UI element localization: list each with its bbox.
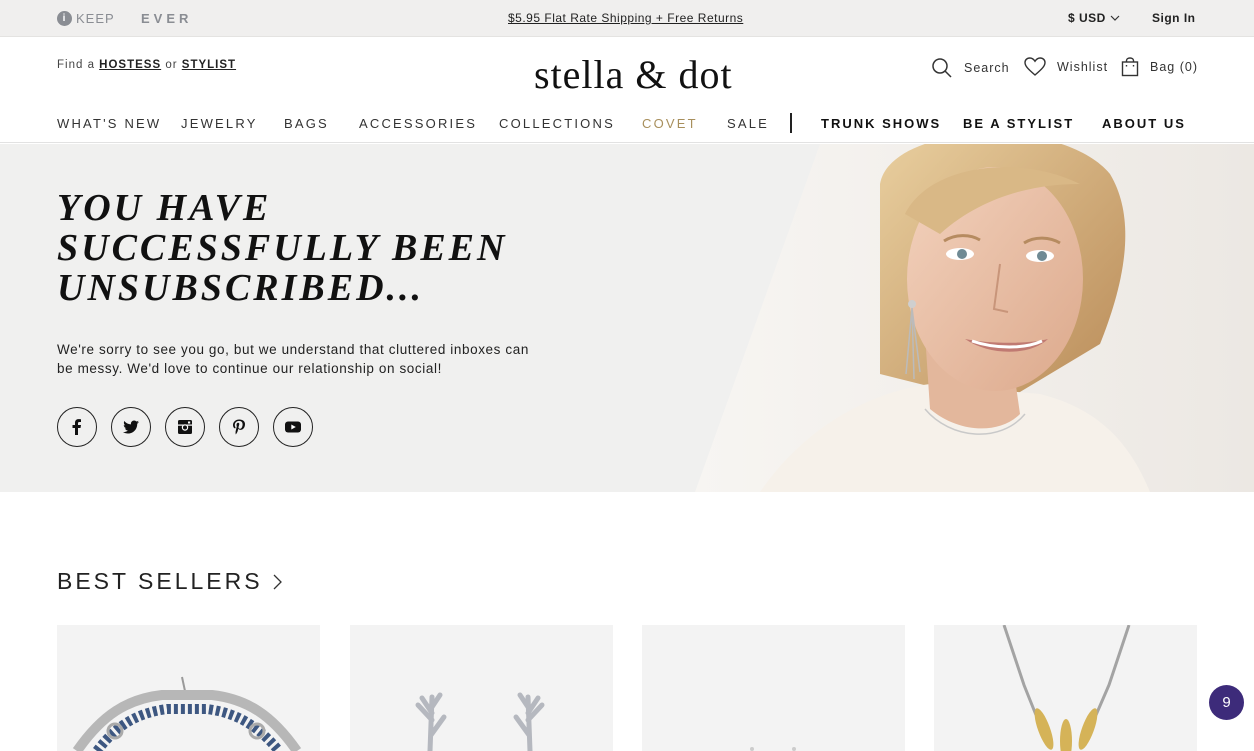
- hero-message: We're sorry to see you go, but we unders…: [57, 342, 529, 376]
- product-card[interactable]: [642, 625, 905, 751]
- youtube-icon: [285, 421, 301, 433]
- find-hostess-link[interactable]: HOSTESS: [99, 59, 161, 71]
- keep-brand-link[interactable]: i KEEP: [57, 11, 115, 26]
- nav-sale[interactable]: SALE: [727, 116, 769, 131]
- product-card[interactable]: [934, 625, 1197, 751]
- search-label: Search: [964, 61, 1010, 75]
- find-stylist-link[interactable]: STYLIST: [182, 59, 236, 71]
- youtube-button[interactable]: [273, 407, 313, 447]
- nav-trunk-shows[interactable]: TRUNK SHOWS: [821, 116, 941, 131]
- twitter-icon: [123, 420, 139, 434]
- best-sellers-title: BEST SELLERS: [57, 568, 263, 594]
- currency-selector[interactable]: $ USD: [1068, 11, 1120, 25]
- wishlist-button[interactable]: Wishlist: [1024, 57, 1108, 77]
- product-image-delicate-necklace: [750, 747, 796, 751]
- currency-label: $ USD: [1068, 11, 1106, 25]
- hero-title-line-2: SUCCESSFULLY BEEN: [57, 227, 508, 269]
- nav-collections[interactable]: COLLECTIONS: [499, 116, 615, 131]
- hero-title: YOU HAVE SUCCESSFULLY BEEN UNSUBSCRIBED.…: [57, 188, 507, 308]
- pinterest-button[interactable]: [219, 407, 259, 447]
- hero-title-line-1: YOU HAVE: [57, 187, 272, 229]
- chevron-down-icon: [1110, 15, 1120, 21]
- nav-be-a-stylist[interactable]: BE A STYLIST: [963, 116, 1074, 131]
- shopping-bag-icon: [1121, 57, 1139, 77]
- chat-notification-badge[interactable]: 9: [1209, 685, 1244, 720]
- find-hostess-stylist: Find a HOSTESS or STYLIST: [57, 59, 236, 71]
- main-nav: WHAT'S NEW JEWELRY BAGS ACCESSORIES COLL…: [57, 113, 1197, 133]
- nav-whats-new[interactable]: WHAT'S NEW: [57, 116, 161, 131]
- promo-bar: i KEEP EVER $5.95 Flat Rate Shipping + F…: [0, 0, 1254, 37]
- product-image-beaded-necklace: [72, 676, 302, 751]
- nav-about-us[interactable]: ABOUT US: [1102, 116, 1186, 131]
- keep-logo-icon: i: [57, 11, 72, 26]
- nav-accessories[interactable]: ACCESSORIES: [359, 116, 477, 131]
- sign-in-link[interactable]: Sign In: [1152, 11, 1196, 25]
- hero-title-line-3: UNSUBSCRIBED...: [57, 267, 425, 309]
- best-sellers-link[interactable]: BEST SELLERS: [57, 568, 282, 595]
- shipping-promo-link[interactable]: $5.95 Flat Rate Shipping + Free Returns: [508, 11, 743, 25]
- site-logo[interactable]: stella & dot: [534, 51, 733, 98]
- keep-label: KEEP: [76, 11, 115, 26]
- product-image-branch-earrings: [415, 692, 545, 751]
- pinterest-icon: [233, 419, 245, 435]
- social-links: [57, 407, 313, 447]
- twitter-button[interactable]: [111, 407, 151, 447]
- nav-divider: [790, 113, 792, 133]
- bag-button[interactable]: Bag (0): [1121, 57, 1198, 77]
- unsubscribe-hero: YOU HAVE SUCCESSFULLY BEEN UNSUBSCRIBED.…: [0, 144, 1254, 492]
- instagram-button[interactable]: [165, 407, 205, 447]
- product-card[interactable]: [350, 625, 613, 751]
- best-sellers-carousel: [57, 625, 1197, 751]
- search-icon: [932, 58, 952, 78]
- finder-or: or: [165, 59, 178, 71]
- wishlist-label: Wishlist: [1057, 60, 1109, 74]
- facebook-button[interactable]: [57, 407, 97, 447]
- product-image-gold-pendant-necklace: [1002, 625, 1131, 751]
- facebook-icon: [72, 419, 81, 435]
- nav-bags[interactable]: BAGS: [284, 116, 329, 131]
- finder-prefix: Find a: [57, 59, 95, 71]
- product-card[interactable]: [57, 625, 320, 751]
- chevron-right-icon: [273, 574, 282, 589]
- site-header: Find a HOSTESS or STYLIST stella & dot S…: [0, 37, 1254, 143]
- ever-brand-link[interactable]: EVER: [141, 11, 192, 26]
- nav-covet[interactable]: COVET: [642, 116, 698, 131]
- instagram-icon: [178, 420, 192, 434]
- nav-jewelry[interactable]: JEWELRY: [181, 116, 258, 131]
- bag-label: Bag (0): [1150, 60, 1198, 74]
- search-button[interactable]: Search: [931, 57, 1010, 79]
- heart-icon: [1024, 57, 1046, 76]
